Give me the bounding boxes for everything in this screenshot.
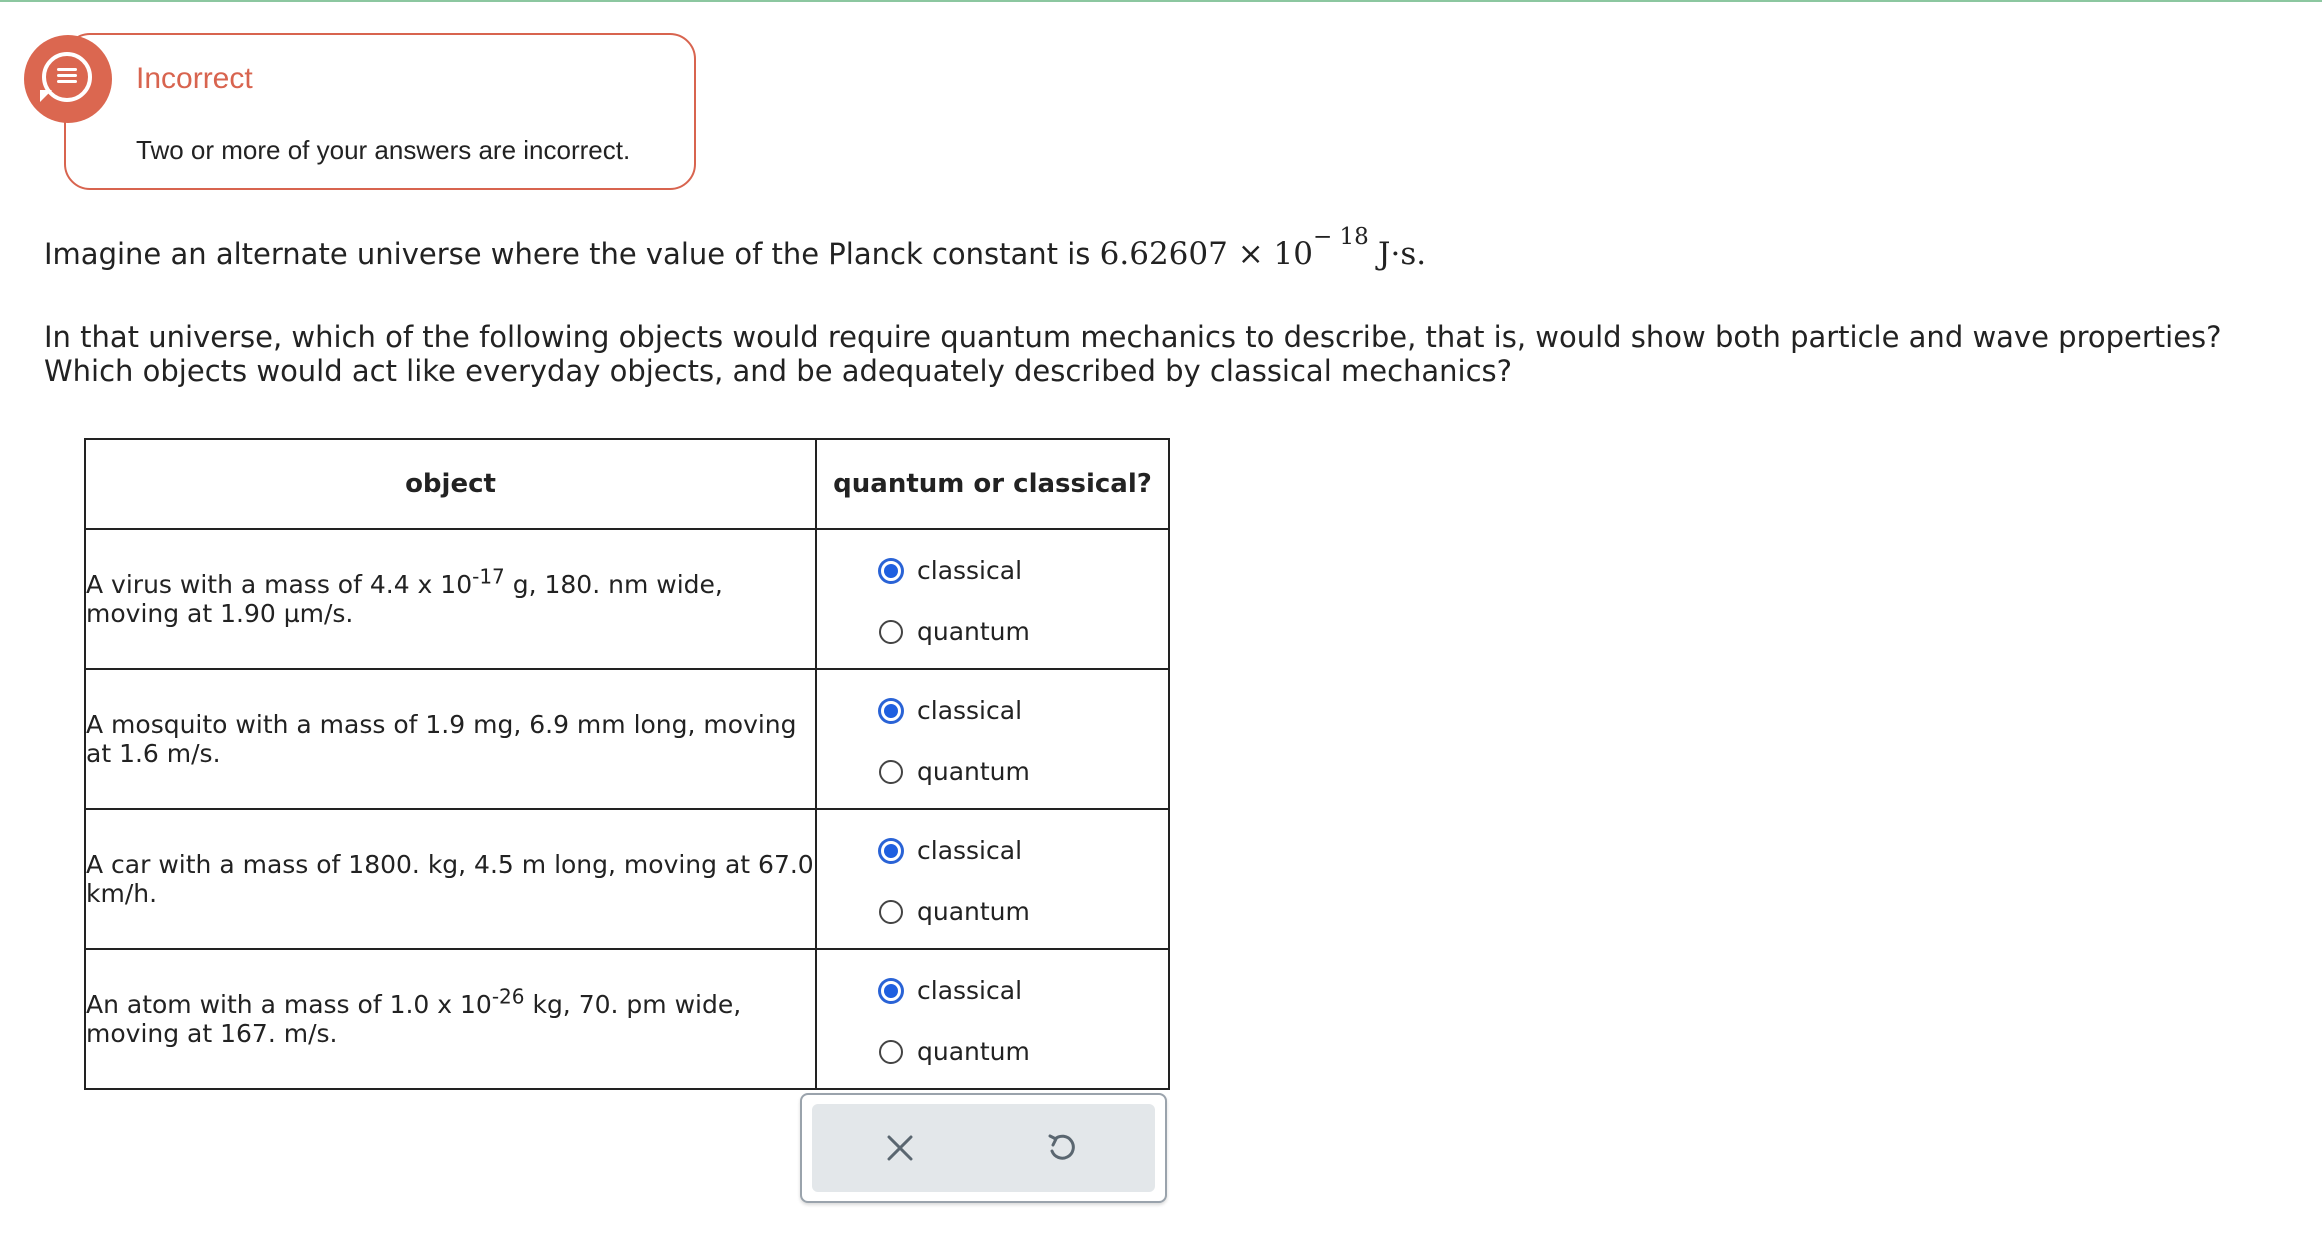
option-quantum[interactable]: quantum: [879, 897, 1030, 926]
option-classical[interactable]: classical: [879, 976, 1022, 1005]
option-label: classical: [917, 836, 1023, 865]
table-row: A car with a mass of 1800. kg, 4.5 m lon…: [84, 808, 1170, 950]
toolbar-inner: [812, 1104, 1155, 1192]
table-row: An atom with a mass of 1.0 x 10-26 kg, 7…: [84, 948, 1170, 1090]
object-description: A virus with a mass of 4.4 x 10-17 g, 18…: [84, 528, 817, 670]
option-label: classical: [917, 556, 1023, 585]
option-quantum[interactable]: quantum: [879, 757, 1030, 786]
feedback-alert: [64, 33, 696, 190]
question-prompt: In that universe, which of the following…: [44, 320, 2222, 388]
radio-selected[interactable]: [879, 558, 903, 583]
choice-cell: classical quantum: [815, 808, 1170, 950]
feedback-bubble-icon: [24, 35, 112, 123]
choice-cell: classical quantum: [815, 668, 1170, 810]
object-text: An atom with a mass of 1.0 x 10: [86, 990, 492, 1019]
column-header-choice: quantum or classical?: [815, 438, 1170, 530]
object-description: A car with a mass of 1800. kg, 4.5 m lon…: [84, 808, 817, 950]
object-description: An atom with a mass of 1.0 x 10-26 kg, 7…: [84, 948, 817, 1090]
feedback-title: Incorrect: [136, 62, 253, 95]
option-quantum[interactable]: quantum: [879, 1037, 1030, 1066]
radio-unselected[interactable]: [879, 899, 903, 924]
question-intro: Imagine an alternate universe where the …: [44, 224, 1427, 272]
radio-unselected[interactable]: [879, 1039, 903, 1064]
option-label: quantum: [917, 897, 1030, 926]
table-row: A virus with a mass of 4.4 x 10-17 g, 18…: [84, 528, 1170, 670]
radio-selected[interactable]: [879, 978, 903, 1003]
option-label: quantum: [917, 617, 1030, 646]
object-text: A car with a mass of 1800. kg, 4.5 m lon…: [86, 850, 814, 908]
close-icon: [887, 1135, 913, 1161]
question-intro-text: Imagine an alternate universe where the …: [44, 237, 1091, 271]
option-quantum[interactable]: quantum: [879, 617, 1030, 646]
radio-selected[interactable]: [879, 838, 903, 863]
undo-icon: [1048, 1134, 1075, 1160]
option-label: classical: [917, 976, 1023, 1005]
object-text: A mosquito with a mass of 1.9 mg, 6.9 mm…: [86, 710, 797, 768]
radio-unselected[interactable]: [879, 759, 903, 784]
option-classical[interactable]: classical: [879, 696, 1022, 725]
object-description: A mosquito with a mass of 1.9 mg, 6.9 mm…: [84, 668, 817, 810]
object-text: A virus with a mass of 4.4 x 10: [86, 570, 473, 599]
feedback-message: Two or more of your answers are incorrec…: [136, 135, 631, 165]
clear-answers-button[interactable]: [878, 1126, 922, 1170]
choice-cell: classical quantum: [815, 528, 1170, 670]
option-classical[interactable]: classical: [879, 836, 1022, 865]
table-header-row: object quantum or classical?: [84, 438, 1170, 530]
option-label: classical: [917, 696, 1023, 725]
radio-selected[interactable]: [879, 698, 903, 723]
answer-table: object quantum or classical? A virus wit…: [84, 438, 1170, 1090]
object-exponent: -26: [491, 984, 525, 1009]
option-label: quantum: [917, 757, 1030, 786]
radio-unselected[interactable]: [879, 619, 903, 644]
column-header-object: object: [84, 438, 817, 530]
table-row: A mosquito with a mass of 1.9 mg, 6.9 mm…: [84, 668, 1170, 810]
answer-toolbar: [800, 1093, 1167, 1203]
choice-cell: classical quantum: [815, 948, 1170, 1090]
reset-answers-button[interactable]: [1040, 1126, 1084, 1170]
object-exponent: -17: [472, 564, 505, 589]
planck-constant-unit: J·s.: [1378, 236, 1427, 272]
option-label: quantum: [917, 1037, 1030, 1066]
planck-constant-value: 6.62607 × 10: [1099, 236, 1313, 272]
planck-constant-exponent: − 18: [1312, 224, 1369, 250]
top-divider: [0, 0, 2322, 2]
option-classical[interactable]: classical: [879, 556, 1022, 585]
